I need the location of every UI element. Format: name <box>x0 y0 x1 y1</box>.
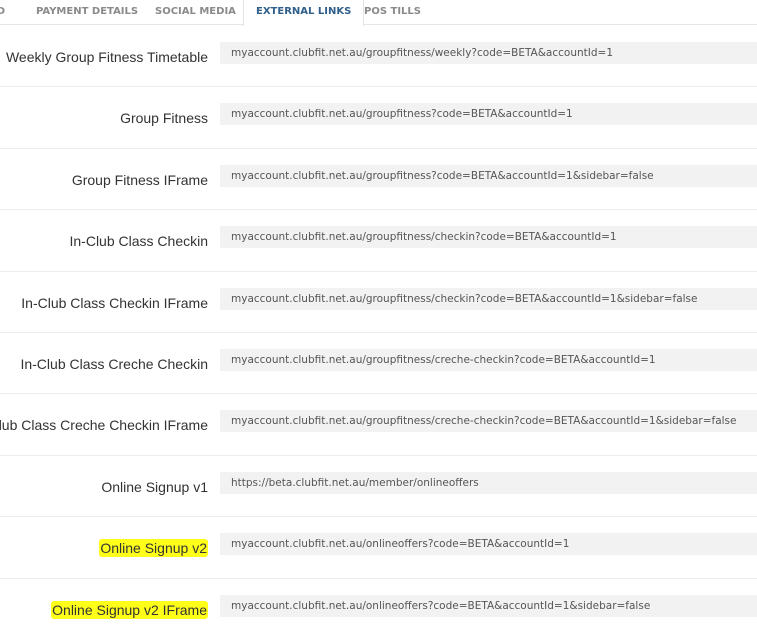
link-label: Weekly Group Fitness Timetable <box>5 49 208 65</box>
tab-pos-tills[interactable]: POS TILLS <box>364 0 421 25</box>
link-row-online-signup-v1: Online Signup v1 https://beta.clubfit.ne… <box>0 456 757 518</box>
link-row-in-club-class-checkin-iframe: In-Club Class Checkin IFrame myaccount.c… <box>0 272 757 333</box>
tab-bar: ID PAYMENT DETAILS SOCIAL MEDIA EXTERNAL… <box>0 0 757 26</box>
link-label: Online Signup v1 <box>101 478 208 495</box>
external-links-list: Weekly Group Fitness Timetable myaccount… <box>0 26 757 634</box>
tab-id[interactable]: ID <box>0 0 5 25</box>
link-url-field[interactable]: myaccount.clubfit.net.au/groupfitness/ch… <box>220 287 757 310</box>
link-label-highlighted: Online Signup v2 IFrame <box>51 600 208 619</box>
link-url-field[interactable]: myaccount.clubfit.net.au/groupfitness/cr… <box>220 348 757 371</box>
link-label: Group Fitness <box>120 110 208 127</box>
settings-page: ID PAYMENT DETAILS SOCIAL MEDIA EXTERNAL… <box>0 0 757 634</box>
link-row-online-signup-v2: Online Signup v2 myaccount.clubfit.net.a… <box>0 517 757 579</box>
link-label: In-Club Class Checkin IFrame <box>21 294 208 311</box>
link-url-field[interactable]: myaccount.clubfit.net.au/groupfitness?co… <box>220 103 757 126</box>
link-url-field[interactable]: myaccount.clubfit.net.au/onlineoffers?co… <box>220 533 757 556</box>
link-row-online-signup-v2-iframe: Online Signup v2 IFrame myaccount.clubfi… <box>0 579 757 634</box>
link-label: Group Fitness IFrame <box>71 171 208 188</box>
link-label-highlighted: Online Signup v2 <box>99 539 208 558</box>
link-label: In-Club Class Creche Checkin IFrame <box>0 417 208 434</box>
link-row-weekly-group-fitness-timetable: Weekly Group Fitness Timetable myaccount… <box>0 26 757 88</box>
link-url-field[interactable]: myaccount.clubfit.net.au/groupfitness/ch… <box>220 226 757 249</box>
tab-payment-details[interactable]: PAYMENT DETAILS <box>36 0 138 25</box>
link-url-field[interactable]: https://beta.clubfit.net.au/member/onlin… <box>220 471 757 494</box>
link-row-group-fitness: Group Fitness myaccount.clubfit.net.au/g… <box>0 87 757 149</box>
tab-external-links[interactable]: EXTERNAL LINKS <box>243 0 365 26</box>
link-url-field[interactable]: myaccount.clubfit.net.au/groupfitness?co… <box>220 164 757 187</box>
link-url-field[interactable]: myaccount.clubfit.net.au/groupfitness/cr… <box>220 410 757 433</box>
link-row-in-club-class-creche-checkin-iframe: In-Club Class Creche Checkin IFrame myac… <box>0 394 757 456</box>
link-row-in-club-class-checkin: In-Club Class Checkin myaccount.clubfit.… <box>0 210 757 272</box>
link-url-field[interactable]: myaccount.clubfit.net.au/groupfitness/we… <box>220 42 757 64</box>
link-url-field[interactable]: myaccount.clubfit.net.au/onlineoffers?co… <box>220 594 757 617</box>
link-row-group-fitness-iframe: Group Fitness IFrame myaccount.clubfit.n… <box>0 149 757 211</box>
link-label: In-Club Class Creche Checkin <box>20 355 208 372</box>
link-label: In-Club Class Checkin <box>69 233 209 250</box>
tab-social-media[interactable]: SOCIAL MEDIA <box>155 0 236 25</box>
link-row-in-club-class-creche-checkin: In-Club Class Creche Checkin myaccount.c… <box>0 333 757 395</box>
